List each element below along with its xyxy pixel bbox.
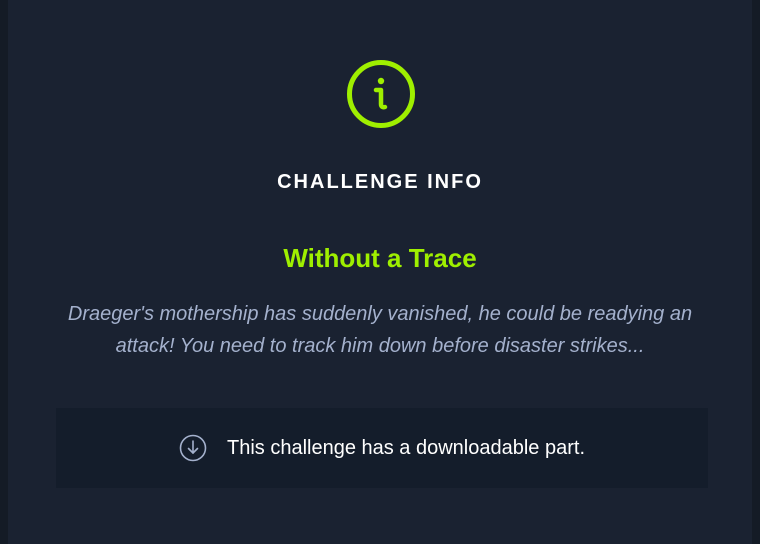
download-icon	[179, 434, 207, 462]
challenge-info-panel: CHALLENGE INFO Without a Trace Draeger's…	[8, 0, 752, 544]
challenge-description: Draeger's mothership has suddenly vanish…	[67, 303, 693, 357]
download-notice-box[interactable]: This challenge has a downloadable part.	[56, 408, 708, 488]
challenge-title: Without a Trace	[283, 243, 477, 273]
modal-heading: CHALLENGE INFO	[277, 171, 483, 193]
download-notice-text: This challenge has a downloadable part.	[226, 436, 586, 459]
info-icon	[347, 60, 415, 128]
